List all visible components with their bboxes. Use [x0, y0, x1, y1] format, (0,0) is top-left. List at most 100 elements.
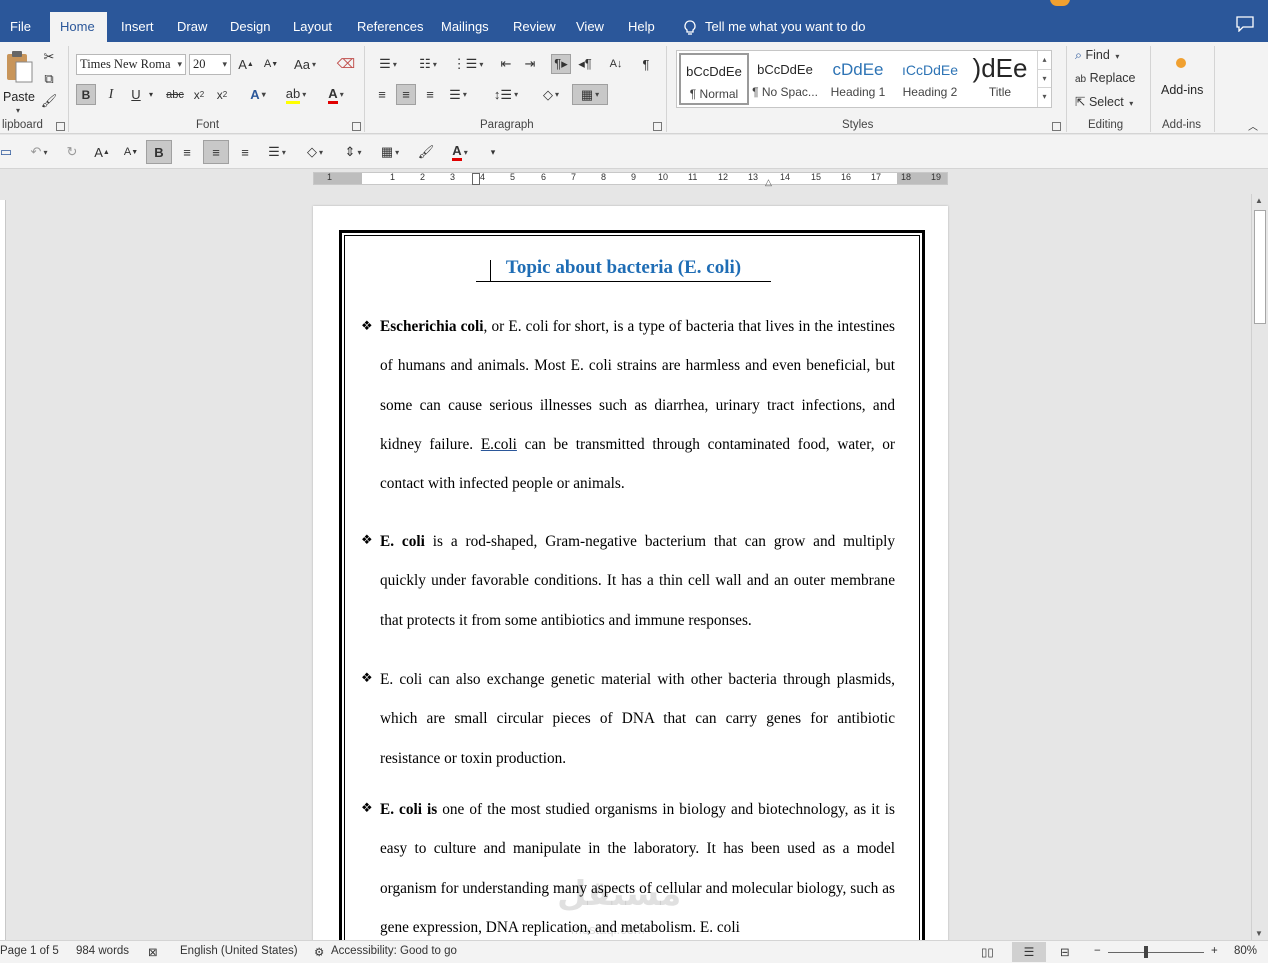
tab-home[interactable]: Home — [50, 12, 107, 42]
format-painter-icon[interactable]: 🖌 — [416, 142, 436, 162]
align-center-icon[interactable]: ≡ — [203, 140, 229, 164]
undo-icon[interactable]: ↶ ▾ — [24, 142, 54, 162]
save-icon[interactable]: ▭ — [0, 142, 12, 162]
customize-qat-icon[interactable]: ▾ — [486, 142, 500, 162]
clipboard-launcher-icon[interactable] — [56, 122, 65, 131]
font-launcher-icon[interactable] — [352, 122, 361, 131]
page-count[interactable]: Page 1 of 5 — [0, 945, 59, 957]
shrink-font-icon[interactable]: A ▼ — [261, 54, 281, 74]
multilevel-list-icon[interactable]: ⋮☰ ▾ — [452, 54, 484, 74]
superscript-icon[interactable]: x2 — [212, 84, 232, 105]
paste-button[interactable]: Paste ▾ — [2, 50, 36, 116]
text-effects-icon[interactable]: A ▾ — [244, 84, 272, 105]
replace-button[interactable]: ab Replace — [1075, 71, 1135, 85]
proofing-icon[interactable]: ⊠ — [148, 945, 158, 959]
more-styles-icon[interactable]: ▾ — [1038, 88, 1051, 107]
zoom-out-icon[interactable]: − — [1094, 945, 1101, 957]
tab-draw[interactable]: Draw — [167, 12, 217, 42]
font-size-dropdown[interactable]: 20 ▾ — [189, 54, 231, 75]
addins-button[interactable]: Add-ins — [1156, 52, 1208, 102]
style-title[interactable]: )dEe Title — [965, 53, 1035, 105]
chevron-up-icon[interactable]: ▴ — [1038, 51, 1051, 70]
italic-icon[interactable]: I — [101, 84, 121, 105]
tab-layout[interactable]: Layout — [283, 12, 342, 42]
show-marks-icon[interactable]: ¶ — [636, 54, 656, 74]
redo-icon[interactable]: ↻ — [62, 142, 82, 162]
subscript-icon[interactable]: x2 — [189, 84, 209, 105]
word-count[interactable]: 984 words — [76, 945, 129, 957]
align-center-icon[interactable]: ≡ — [396, 84, 416, 105]
tab-references[interactable]: References — [347, 12, 433, 42]
styles-scroll[interactable]: ▴ ▾ ▾ — [1037, 51, 1051, 107]
select-button[interactable]: ⇱ Select ▾ — [1075, 94, 1133, 109]
vertical-scrollbar[interactable]: ▲ ▼ — [1251, 194, 1268, 940]
format-painter-icon[interactable]: 🖌 — [40, 92, 58, 110]
horizontal-ruler[interactable]: 1 1 2 3 4 5 6 7 8 9 10 11 12 13 14 15 16… — [313, 172, 948, 188]
increase-indent-icon[interactable]: ⇥ — [520, 54, 540, 74]
tell-me-search[interactable]: Tell me what you want to do — [683, 14, 865, 40]
tab-mailings[interactable]: Mailings — [431, 12, 499, 42]
tab-review[interactable]: Review — [503, 12, 566, 42]
tab-design[interactable]: Design — [220, 12, 280, 42]
table-icon[interactable]: ▦ ▾ — [374, 142, 406, 162]
shading-icon[interactable]: ◇ ▾ — [536, 84, 566, 105]
paragraph-3[interactable]: E. coli can also exchange genetic materi… — [380, 660, 895, 778]
highlight-color-icon[interactable]: ab ▾ — [280, 84, 312, 105]
style-no-spacing[interactable]: bCcDdEe ¶ No Spac... — [750, 53, 820, 105]
scroll-down-icon[interactable]: ▼ — [1255, 929, 1263, 938]
align-left-icon[interactable]: ≡ — [372, 84, 392, 105]
paste-dropdown-icon[interactable]: ▾ — [16, 106, 20, 115]
paragraph-launcher-icon[interactable] — [653, 122, 662, 131]
copy-icon[interactable]: ⧉ — [40, 70, 58, 88]
font-color-icon[interactable]: A ▾ — [320, 84, 352, 105]
paragraph-1[interactable]: Escherichia coli, or E. coli for short, … — [380, 307, 895, 503]
right-indent-marker[interactable]: △ — [765, 177, 772, 188]
paragraph-spacing-icon[interactable]: ⇕ ▾ — [340, 142, 366, 162]
zoom-slider[interactable] — [1108, 952, 1204, 953]
tab-help[interactable]: Help — [618, 12, 665, 42]
chevron-down-icon[interactable]: ▾ — [1038, 70, 1051, 89]
font-name-dropdown[interactable]: Times New Roma ▾ — [76, 54, 186, 75]
tab-file[interactable]: File — [0, 12, 41, 42]
document-title[interactable]: Topic about bacteria (E. coli) — [476, 257, 771, 282]
web-layout-icon[interactable]: ⊟ — [1060, 945, 1070, 959]
decrease-indent-icon[interactable]: ⇤ — [496, 54, 516, 74]
numbering-icon[interactable]: ☷ ▾ — [412, 54, 444, 74]
align-right-icon[interactable]: ≡ — [177, 142, 197, 162]
change-case-button[interactable]: Aa ▾ — [290, 54, 320, 74]
print-layout-icon[interactable]: ☰ — [1012, 942, 1046, 962]
read-mode-icon[interactable]: ▯▯ — [981, 945, 994, 959]
grow-font-icon[interactable]: A ▲ — [236, 54, 256, 74]
vertical-ruler[interactable] — [0, 200, 6, 940]
paragraph-2[interactable]: E. coli is a rod-shaped, Gram-negative b… — [380, 522, 895, 640]
align-left-icon[interactable]: ≡ — [235, 142, 255, 162]
language-status[interactable]: English (United States) — [180, 945, 298, 957]
borders-icon[interactable]: ▦ ▾ — [572, 84, 608, 105]
ltr-direction-icon[interactable]: ¶▸ — [551, 54, 571, 74]
shrink-font-icon[interactable]: A ▼ — [121, 142, 141, 162]
scrollbar-thumb[interactable] — [1254, 210, 1266, 324]
zoom-in-icon[interactable]: + — [1211, 945, 1218, 957]
zoom-level[interactable]: 80% — [1234, 945, 1257, 957]
tab-insert[interactable]: Insert — [111, 12, 164, 42]
comments-icon[interactable] — [1236, 16, 1254, 32]
bold-icon[interactable]: B — [76, 84, 96, 105]
styles-launcher-icon[interactable] — [1052, 122, 1061, 131]
justify-icon[interactable]: ☰ ▾ — [262, 142, 292, 162]
chevron-down-icon[interactable]: ▾ — [146, 84, 156, 105]
zoom-slider-thumb[interactable] — [1144, 946, 1148, 958]
font-color-icon[interactable]: A ▾ — [444, 142, 476, 162]
clear-formatting-icon[interactable]: ⌫ — [336, 54, 356, 74]
find-button[interactable]: ⌕ Find ▾ — [1075, 48, 1119, 63]
line-spacing-icon[interactable]: ↕☰ ▾ — [490, 84, 522, 105]
strikethrough-icon[interactable]: abc — [164, 84, 186, 105]
align-right-icon[interactable]: ≡ — [420, 84, 440, 105]
document-page[interactable]: Topic about bacteria (E. coli) ❖ Escheri… — [313, 206, 948, 946]
grow-font-icon[interactable]: A ▲ — [92, 142, 112, 162]
collapse-ribbon-icon[interactable]: ︿ — [1246, 118, 1260, 133]
style-normal[interactable]: bCcDdEe ¶ Normal — [679, 53, 749, 105]
cut-icon[interactable]: ✂ — [40, 48, 58, 66]
bullets-icon[interactable]: ☰ ▾ — [372, 54, 404, 74]
justify-icon[interactable]: ☰ ▾ — [444, 84, 472, 105]
shapes-icon[interactable]: ◇ ▾ — [300, 142, 330, 162]
